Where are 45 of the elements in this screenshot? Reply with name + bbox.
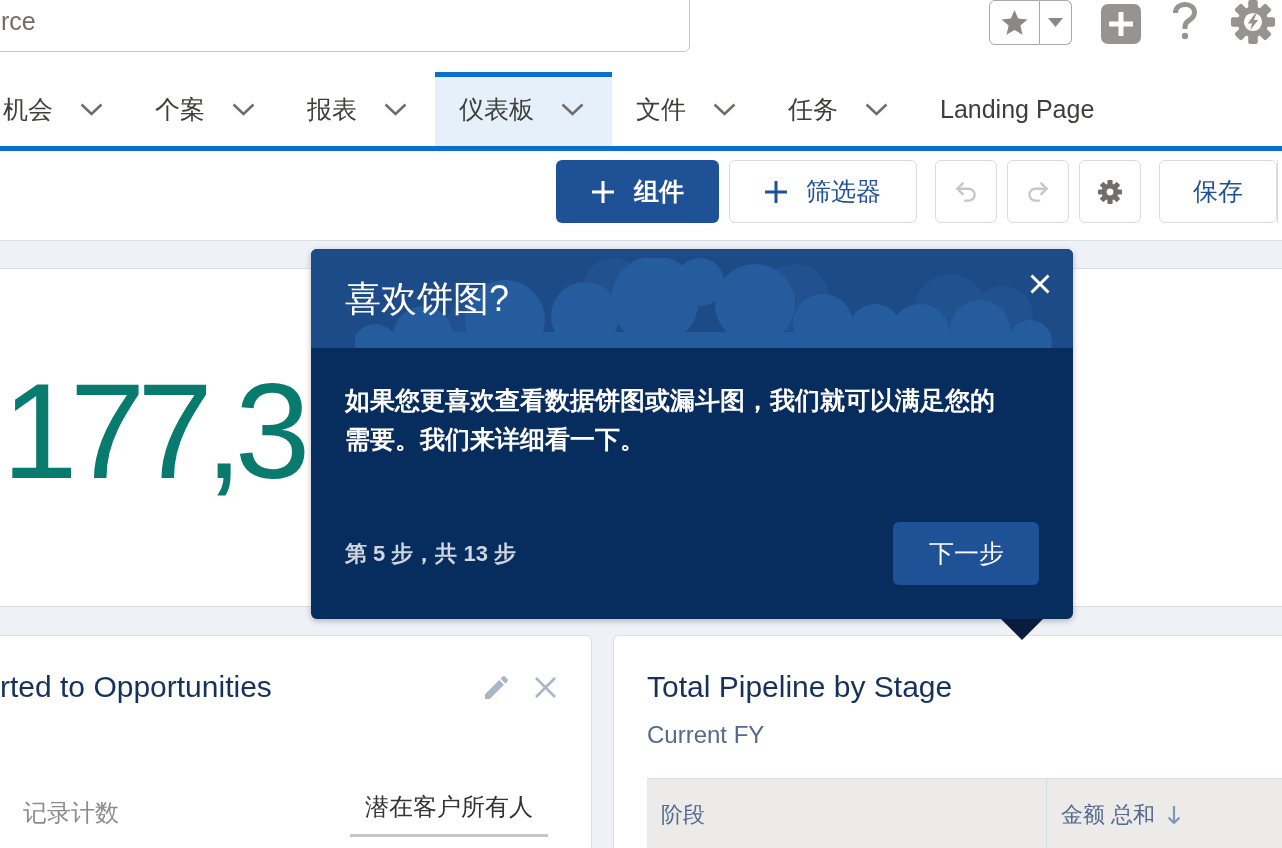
card-title: Total Pipeline by Stage	[647, 670, 953, 704]
nav-tab[interactable]: 任务	[764, 72, 916, 146]
chevron-down-icon[interactable]	[713, 103, 736, 116]
plus-icon	[765, 180, 787, 203]
add-component-button[interactable]: 组件	[556, 160, 719, 223]
nav-tab[interactable]: 报表	[283, 72, 435, 146]
search-field[interactable]: rce	[0, 0, 690, 52]
axis-label: 潜在客户所有人	[350, 792, 548, 837]
plus-icon	[591, 180, 614, 203]
caret-down-icon	[1048, 18, 1063, 27]
step-counter: 第 5 步，共 13 步	[345, 540, 517, 568]
favorites-menu-button[interactable]	[1040, 0, 1072, 45]
nav-tab[interactable]: 仪表板	[435, 72, 612, 146]
gear-icon[interactable]	[1231, 0, 1275, 44]
metric-value: 177,3	[2, 363, 303, 499]
nav-tab[interactable]: 文件	[612, 72, 764, 146]
popover-pointer-icon	[1001, 619, 1043, 640]
save-button[interactable]: 保存	[1159, 160, 1277, 223]
plus-icon[interactable]	[1101, 4, 1141, 44]
edit-icon[interactable]	[485, 675, 508, 699]
chevron-down-icon[interactable]	[865, 103, 888, 116]
column-header[interactable]: 金额 总和	[1047, 778, 1282, 848]
settings-icon	[1098, 179, 1122, 204]
popover-message: 如果您更喜欢查看数据饼图或漏斗图，我们就可以满足您的需要。我们来详细看一下。	[345, 385, 996, 455]
favorites-button[interactable]	[989, 0, 1040, 45]
axis-label: 记录计数	[23, 798, 119, 828]
close-button[interactable]	[1030, 274, 1050, 294]
nav-tab[interactable]: 个案	[131, 72, 283, 146]
close-icon	[1030, 274, 1050, 294]
column-header[interactable]: 阶段	[647, 778, 1047, 848]
card-subtitle: Current FY	[647, 721, 765, 748]
help-icon[interactable]	[1171, 2, 1199, 40]
settings-button[interactable]	[1079, 160, 1141, 223]
add-filter-button[interactable]: 筛选器	[729, 160, 917, 223]
chevron-down-icon[interactable]	[232, 103, 255, 116]
close-icon[interactable]	[535, 676, 556, 698]
chevron-down-icon[interactable]	[561, 103, 584, 116]
card-title: rted to Opportunities	[0, 670, 272, 704]
chevron-down-icon[interactable]	[80, 103, 103, 116]
chevron-down-icon[interactable]	[384, 103, 407, 116]
star-icon	[1001, 9, 1028, 36]
popover-title: 喜欢饼图?	[345, 276, 510, 321]
nav-tab[interactable]: 机会	[0, 72, 131, 146]
nav-tab[interactable]: Landing Page	[916, 72, 1119, 146]
next-button[interactable]: 下一步	[893, 522, 1039, 585]
